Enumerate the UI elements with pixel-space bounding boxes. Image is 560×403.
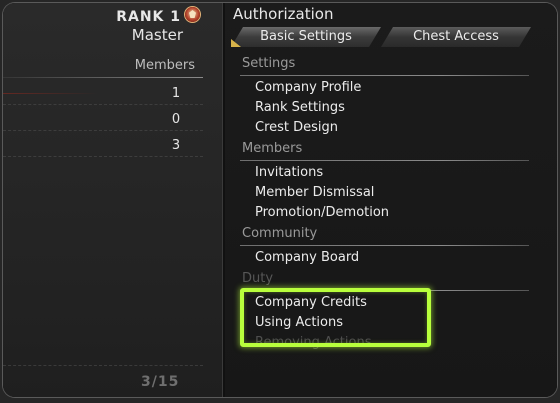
rank-member-count[interactable]: 0 — [168, 112, 184, 127]
permission-using-actions[interactable]: Using Actions — [255, 315, 343, 330]
members-column-header: Members — [134, 58, 195, 73]
pager-divider — [3, 365, 203, 366]
permission-removing-actions[interactable]: Removing Actions — [255, 335, 371, 350]
tab-chest-access[interactable]: Chest Access — [381, 27, 531, 47]
section-divider — [240, 290, 529, 291]
rank-emblem-icon — [185, 7, 200, 22]
authorization-panel: Authorization Basic Settings Chest Acces… — [225, 3, 557, 397]
permission-member-dismissal[interactable]: Member Dismissal — [255, 185, 374, 200]
rank-label: RANK 1 — [116, 9, 181, 25]
section-header-settings: Settings — [242, 56, 296, 71]
members-header-divider — [3, 77, 203, 78]
permission-company-profile[interactable]: Company Profile — [255, 80, 361, 95]
rank-panel: RANK 1 Master Members 1 0 3 3/15 — [3, 3, 225, 397]
row-divider — [3, 156, 203, 157]
permission-rank-settings[interactable]: Rank Settings — [255, 100, 345, 115]
tab-basic-settings[interactable]: Basic Settings — [231, 27, 381, 47]
section-divider — [240, 75, 529, 76]
permission-company-credits[interactable]: Company Credits — [255, 295, 367, 310]
rank-member-count[interactable]: 3 — [168, 138, 184, 153]
section-header-duty: Duty — [242, 271, 274, 286]
permission-invitations[interactable]: Invitations — [255, 165, 323, 180]
window-frame: RANK 1 Master Members 1 0 3 3/15 Authori… — [3, 3, 557, 397]
row-divider — [3, 104, 203, 105]
selected-row-indicator — [3, 93, 98, 94]
page-indicator: 3/15 — [141, 374, 180, 390]
section-divider — [240, 245, 529, 246]
section-header-community: Community — [242, 226, 318, 241]
permission-crest-design[interactable]: Crest Design — [255, 120, 338, 135]
permission-company-board[interactable]: Company Board — [255, 250, 359, 265]
permission-promotion-demotion[interactable]: Promotion/Demotion — [255, 205, 389, 220]
panel-title: Authorization — [233, 5, 334, 23]
row-divider — [3, 130, 203, 131]
section-divider — [240, 160, 529, 161]
rank-name: Master — [131, 26, 183, 44]
rank-member-count[interactable]: 1 — [168, 86, 184, 101]
section-header-members: Members — [242, 141, 303, 156]
